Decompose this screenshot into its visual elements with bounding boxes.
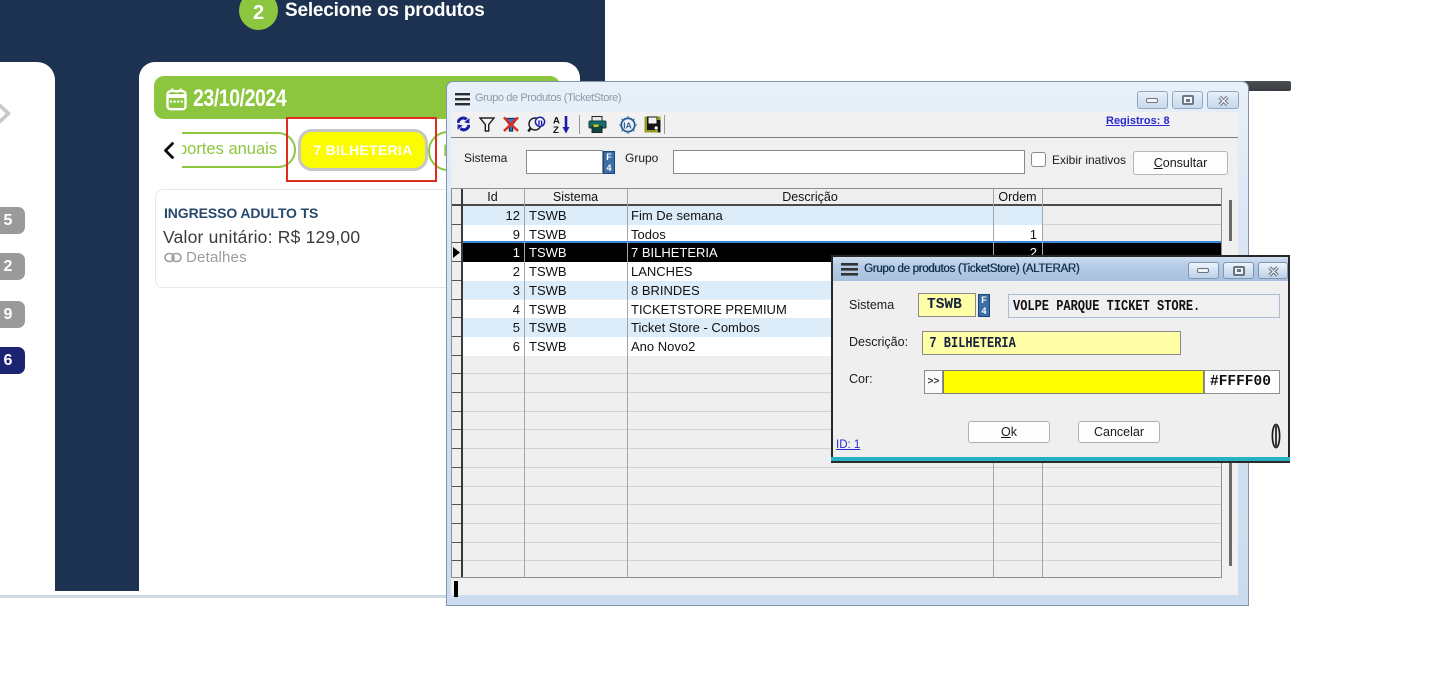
svg-text:IA: IA: [623, 120, 632, 130]
svg-text:n: n: [538, 118, 544, 128]
svg-text:Z: Z: [553, 125, 559, 134]
